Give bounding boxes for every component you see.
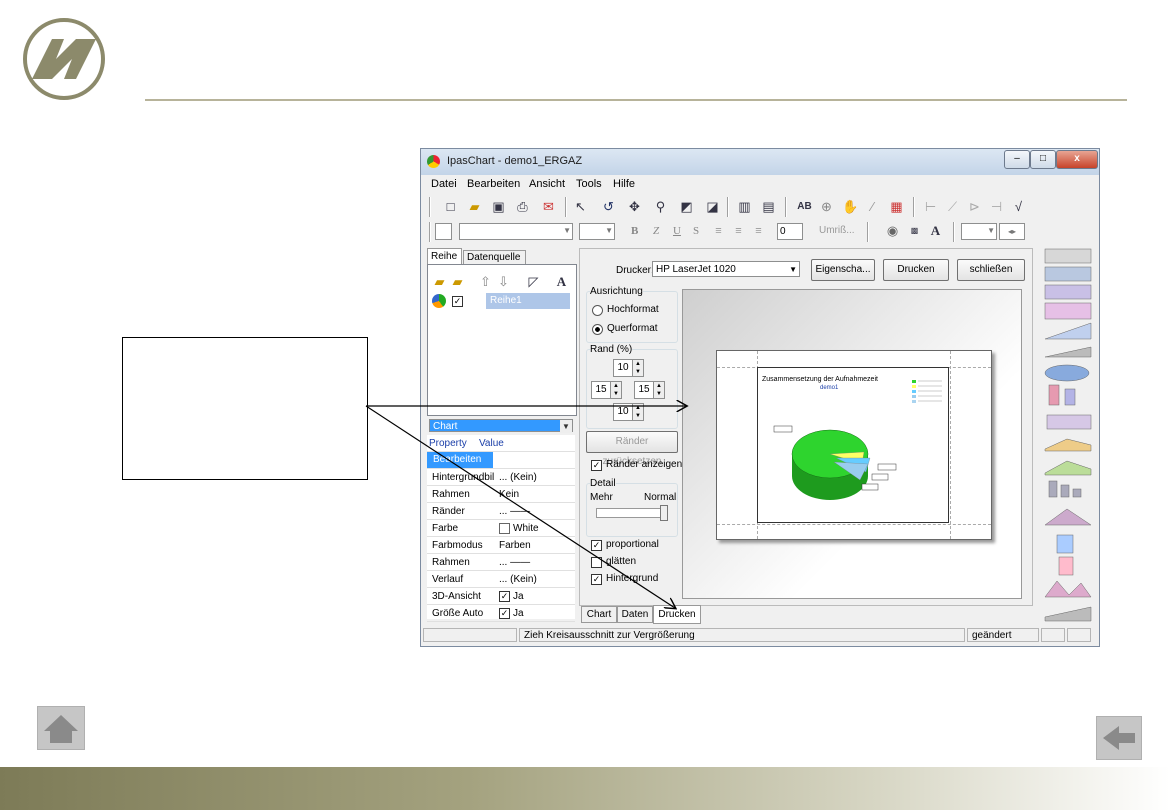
home-icon [44,715,78,743]
home-button[interactable] [37,706,85,750]
arrow-to-print-tab [365,405,675,608]
back-button[interactable] [1096,716,1142,760]
annotation-arrows [365,0,1170,810]
footer-band [0,767,1170,810]
arrow-left-icon [1103,726,1135,750]
